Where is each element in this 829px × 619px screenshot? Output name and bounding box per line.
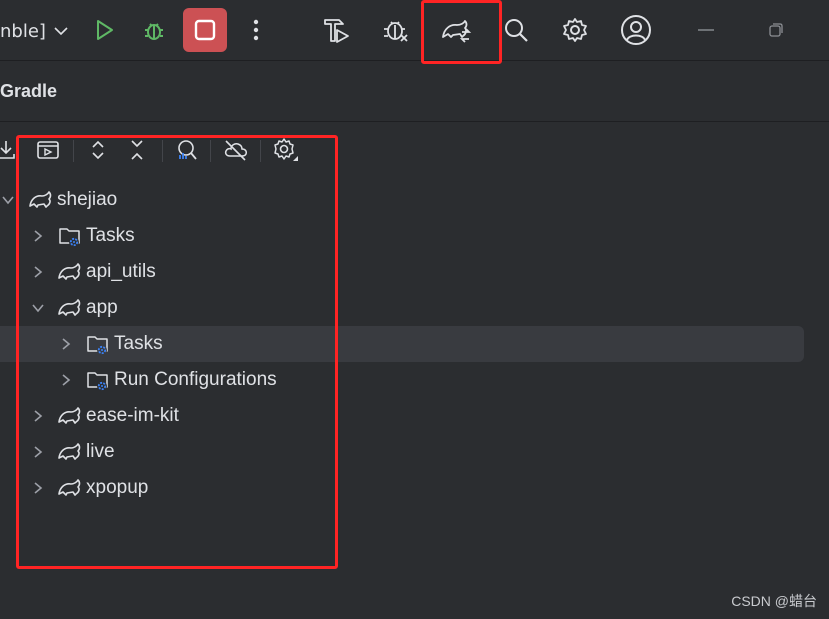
- tree-item-live[interactable]: live: [0, 434, 829, 470]
- settings-icon: [563, 18, 587, 42]
- run-task-icon: [37, 141, 59, 159]
- stop-icon: [194, 19, 216, 41]
- profile-icon: [384, 21, 408, 42]
- analyze-dependencies-icon: [178, 140, 197, 160]
- tree-item-label: Run Configurations: [114, 369, 277, 390]
- gradle-elephant-icon: [29, 191, 52, 208]
- run-configuration-selector[interactable]: nble]: [0, 16, 70, 46]
- restore-window-button[interactable]: [756, 10, 796, 50]
- run-task-button[interactable]: [34, 136, 62, 164]
- search-button[interactable]: [496, 10, 536, 50]
- expand-all-icon: [92, 140, 104, 160]
- tree-item-label: app: [86, 297, 118, 318]
- chevron-down-icon[interactable]: [0, 192, 16, 208]
- gradle-elephant-icon: [58, 263, 81, 280]
- account-button[interactable]: [616, 10, 656, 50]
- toolbar-separator: [260, 140, 261, 162]
- tree-item-label: ease-im-kit: [86, 405, 179, 426]
- search-icon: [505, 19, 528, 42]
- chevron-right-icon[interactable]: [30, 264, 46, 280]
- tree-item-label: live: [86, 441, 115, 462]
- chevron-right-icon[interactable]: [30, 444, 46, 460]
- tree-item-label: api_utils: [86, 261, 156, 282]
- gradle-elephant-icon: [58, 479, 81, 496]
- profile-button[interactable]: [376, 10, 416, 50]
- debug-button[interactable]: [134, 10, 174, 50]
- stop-button[interactable]: [183, 8, 227, 52]
- tree-item-run-configurations[interactable]: Run Configurations: [0, 362, 829, 398]
- run-configuration-label: nble]: [0, 20, 46, 42]
- gradle-sync-icon: [442, 20, 472, 43]
- tree-item-label: Tasks: [114, 333, 163, 354]
- tree-item-label: Tasks: [86, 225, 135, 246]
- minimize-icon: [698, 29, 714, 31]
- download-sources-button[interactable]: [0, 136, 20, 164]
- gradle-elephant-icon: [58, 299, 81, 316]
- expand-all-button[interactable]: [84, 136, 112, 164]
- gradle-toolbar: [0, 130, 829, 170]
- tree-item-api-utils[interactable]: api_utils: [0, 254, 829, 290]
- collapse-all-icon: [131, 140, 143, 160]
- run-button[interactable]: [84, 10, 124, 50]
- chevron-right-icon[interactable]: [30, 408, 46, 424]
- tree-item-tasks[interactable]: Tasks: [0, 218, 829, 254]
- tasks-folder-icon: [59, 228, 80, 247]
- debug-icon: [145, 23, 163, 40]
- account-icon: [621, 15, 651, 45]
- chevron-right-icon[interactable]: [30, 228, 46, 244]
- toolbar-separator: [210, 140, 211, 162]
- toggle-offline-mode-button[interactable]: [222, 136, 250, 164]
- tasks-folder-icon: [87, 372, 108, 391]
- chevron-right-icon[interactable]: [58, 372, 74, 388]
- gradle-panel-header: Gradle: [0, 60, 829, 122]
- gradle-sync-button[interactable]: [436, 10, 476, 50]
- tree-item-shejiao[interactable]: shejiao: [0, 182, 829, 218]
- gradle-elephant-icon: [58, 407, 81, 424]
- tree-item-xpopup[interactable]: xpopup: [0, 470, 829, 506]
- run-icon: [97, 20, 113, 40]
- toolbar-separator: [162, 140, 163, 162]
- chevron-down-icon: [54, 27, 68, 36]
- settings-button[interactable]: [555, 10, 595, 50]
- analyze-dependencies-button[interactable]: [172, 136, 200, 164]
- chevron-right-icon[interactable]: [30, 480, 46, 496]
- toolbar-separator: [73, 140, 74, 162]
- gradle-settings-icon: [274, 138, 298, 161]
- main-toolbar: nble]: [0, 0, 829, 60]
- tree-item-ease-im-kit[interactable]: ease-im-kit: [0, 398, 829, 434]
- tree-item-label: xpopup: [86, 477, 149, 498]
- panel-title: Gradle: [0, 81, 58, 101]
- build-icon: [324, 19, 349, 43]
- chevron-right-icon[interactable]: [58, 336, 74, 352]
- collapse-all-button[interactable]: [123, 136, 151, 164]
- tree-item-app-tasks[interactable]: Tasks: [0, 326, 829, 362]
- tree-item-label: shejiao: [57, 189, 118, 210]
- download-sources-icon: [0, 141, 15, 159]
- tasks-folder-icon: [87, 336, 108, 355]
- more-icon: [253, 19, 259, 41]
- more-actions-button[interactable]: [236, 10, 276, 50]
- watermark: CSDN @蜡台: [731, 593, 817, 609]
- gradle-settings-button[interactable]: [272, 136, 300, 164]
- tree-item-app[interactable]: app: [0, 290, 829, 326]
- offline-mode-icon: [224, 140, 247, 161]
- restore-icon: [769, 23, 783, 37]
- build-button[interactable]: [316, 10, 356, 50]
- gradle-elephant-icon: [58, 443, 81, 460]
- minimize-window-button[interactable]: [686, 10, 726, 50]
- chevron-down-icon[interactable]: [30, 300, 46, 316]
